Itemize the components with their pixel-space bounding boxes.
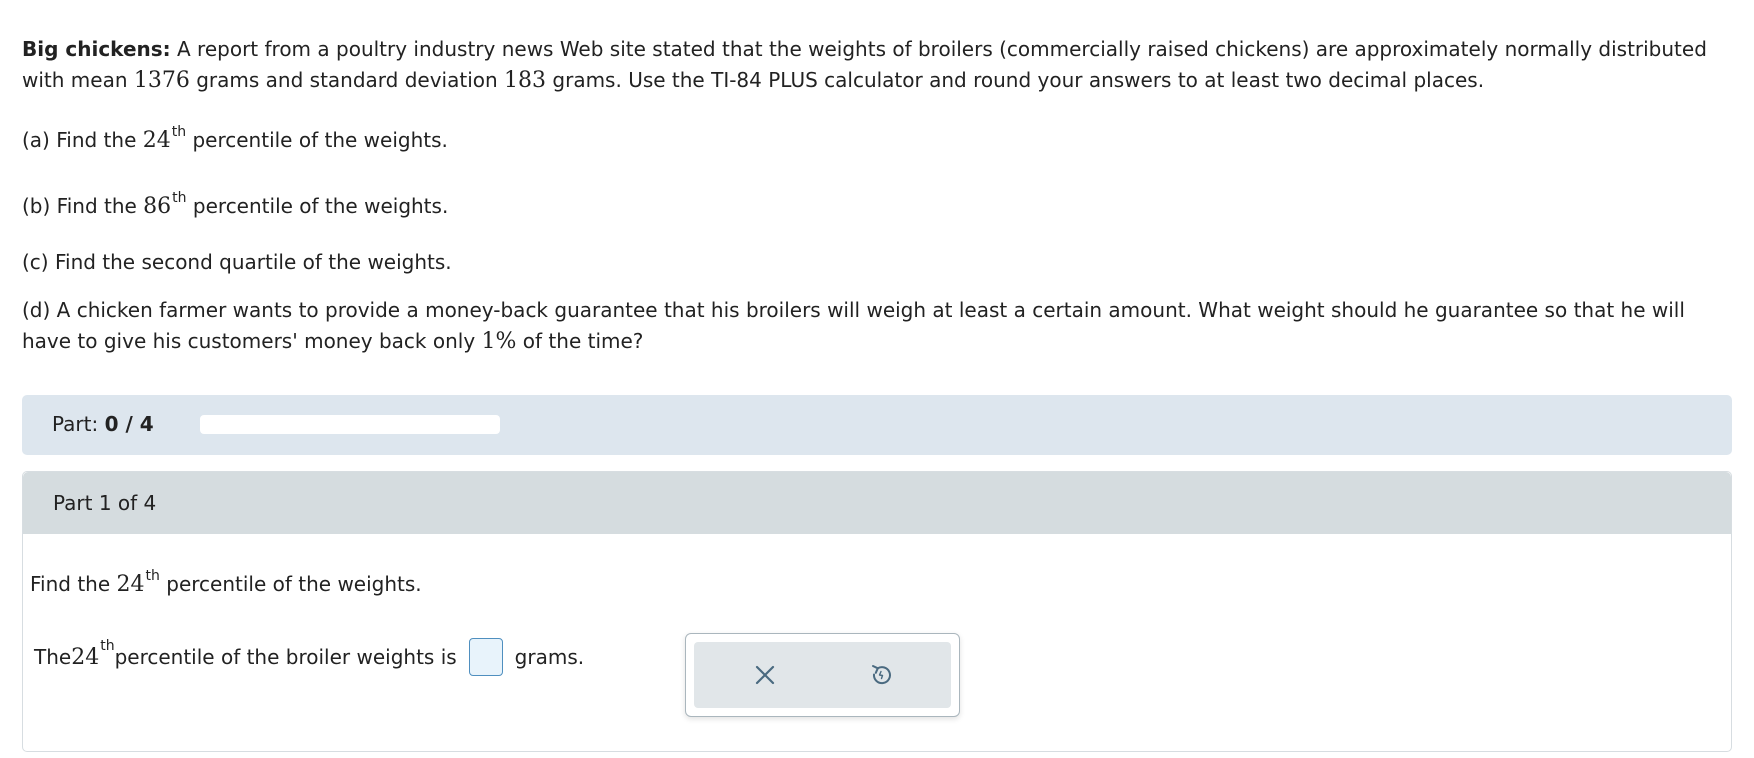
part-a-number: 24 (142, 128, 171, 153)
answer-tools-panel (694, 642, 951, 708)
answer-tools-popover (685, 633, 960, 717)
progress-value: 0 / 4 (104, 412, 154, 436)
undo-button[interactable] (862, 656, 900, 694)
part-c-label: (c) Find the second quartile of the weig… (22, 250, 452, 274)
part-b-post: percentile of the weights. (186, 194, 449, 218)
progress-track (200, 415, 500, 434)
progress-section: Part: 0 / 4 (22, 395, 1732, 455)
sd-value: 183 (504, 68, 547, 93)
problem-statement: Big chickens: A report from a poultry in… (22, 34, 1722, 96)
mean-value: 1376 (133, 68, 190, 93)
answer-input[interactable] (468, 638, 503, 676)
problem-text-3: grams. Use the TI-84 PLUS calculator and… (546, 68, 1485, 92)
part-header: Part 1 of 4 (23, 472, 1731, 534)
question-post: percentile of the weights. (159, 572, 422, 596)
question-sup: th (145, 568, 160, 584)
clear-button[interactable] (746, 656, 784, 694)
part-a-pre: (a) Find the (22, 128, 143, 152)
answer-number: 24 (71, 644, 100, 670)
part-header-label: Part 1 of 4 (53, 491, 157, 515)
part-d-pre: (d) A chicken farmer wants to provide a … (22, 298, 1685, 353)
answer-mid: percentile of the broiler weights is (114, 645, 457, 669)
problem-title: Big chickens: (22, 37, 171, 61)
question-pre: Find the (30, 572, 117, 596)
part-b-text: (b) Find the 86th percentile of the weig… (22, 190, 449, 219)
progress-label-text: Part: (52, 412, 105, 436)
part-a-text: (a) Find the 24th percentile of the weig… (22, 124, 448, 153)
undo-icon (872, 665, 891, 685)
answer-sup: th (100, 638, 115, 654)
part-a-sup: th (171, 124, 187, 140)
part-d-post: of the time? (516, 329, 644, 353)
part-d-number: 1% (481, 329, 517, 354)
answer-unit: grams. (514, 645, 585, 669)
part-question: Find the 24th percentile of the weights. (30, 568, 422, 597)
part-d-text: (d) A chicken farmer wants to provide a … (22, 295, 1722, 357)
problem-text-2: grams and standard deviation (189, 68, 505, 92)
answer-pre: The (34, 645, 72, 669)
answer-line: The 24th percentile of the broiler weigh… (34, 638, 584, 676)
part-b-number: 86 (143, 194, 172, 219)
progress-label: Part: 0 / 4 (52, 412, 154, 436)
part-b-pre: (b) Find the (22, 194, 144, 218)
part-a-post: percentile of the weights. (186, 128, 448, 152)
part-c-text: (c) Find the second quartile of the weig… (22, 250, 452, 274)
close-icon (755, 665, 775, 685)
question-number: 24 (116, 572, 145, 597)
part-b-sup: th (172, 190, 187, 206)
